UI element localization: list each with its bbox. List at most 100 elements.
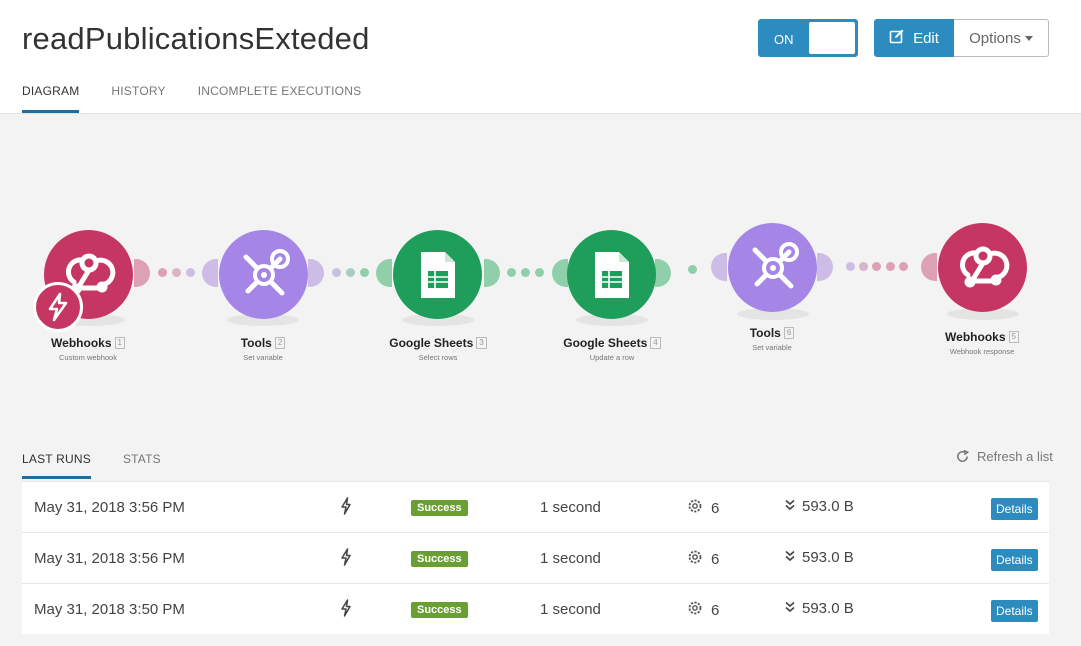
run-duration: 1 second: [540, 499, 601, 516]
runs-table: May 31, 2018 3:56 PM Success 1 second 6 …: [22, 481, 1049, 634]
connector-dot: [346, 268, 355, 277]
module-name: Tools: [749, 326, 781, 340]
module-tools-2[interactable]: [219, 230, 308, 319]
connector-dot: [872, 262, 881, 271]
connector-dot: [521, 268, 530, 277]
connector-dot: [688, 265, 697, 274]
caret-down-icon: [1024, 36, 1033, 41]
instant-trigger-badge: [33, 282, 83, 332]
module-number: 1: [114, 337, 125, 349]
gear-icon: [687, 549, 703, 569]
refresh-icon: [957, 449, 970, 462]
connector-dot: [172, 268, 181, 277]
module-number: 3: [476, 337, 487, 349]
toggle-label: ON: [774, 32, 794, 47]
module-label-4: Google Sheets 4 Update a row: [542, 336, 682, 362]
module-subtitle: Set variable: [243, 353, 283, 362]
connector-dot: [186, 268, 195, 277]
transfer-icon: [784, 498, 796, 515]
sheets-icon: [420, 251, 455, 298]
edit-button[interactable]: Edit: [874, 19, 954, 57]
trigger-icon: [340, 599, 352, 621]
edit-label: Edit: [913, 29, 939, 47]
sheets-icon: [594, 251, 629, 298]
tab-incomplete-executions[interactable]: INCOMPLETE EXECUTIONS: [198, 84, 362, 113]
connector-dot: [158, 268, 167, 277]
module-webhooks-5[interactable]: [938, 223, 1027, 312]
data-size: 593.0 B: [802, 498, 854, 515]
run-date: May 31, 2018 3:56 PM: [34, 550, 185, 567]
options-dropdown[interactable]: Options: [954, 19, 1049, 57]
run-date: May 31, 2018 3:50 PM: [34, 601, 185, 618]
run-date: May 31, 2018 3:56 PM: [34, 499, 185, 516]
module-number: 2: [274, 337, 286, 349]
data-size: 593.0 B: [802, 549, 854, 566]
operations-count: 6: [711, 550, 720, 568]
refresh-label: Refresh a list: [977, 449, 1053, 464]
options-label: Options: [969, 29, 1021, 47]
module-label-6: Tools 6 Set variable: [702, 326, 842, 352]
connector-dot: [332, 268, 341, 277]
scenario-on-toggle[interactable]: ON: [758, 19, 858, 57]
run-duration: 1 second: [540, 550, 601, 567]
runs-tabs: LAST RUNS STATS: [22, 452, 161, 479]
module-google-sheets-3[interactable]: [393, 230, 482, 319]
toggle-knob: [809, 22, 855, 54]
trigger-icon: [340, 497, 352, 519]
tab-diagram[interactable]: DIAGRAM: [22, 84, 80, 113]
module-label-1: Webhooks 1 Custom webhook: [18, 336, 158, 362]
connector-dot: [846, 262, 855, 271]
run-duration: 1 second: [540, 601, 601, 618]
module-label-3: Google Sheets 3 Select rows: [368, 336, 508, 362]
module-number: 5: [1008, 331, 1019, 343]
connector-dot: [886, 262, 895, 271]
transfer-icon: [784, 549, 796, 566]
module-name: Tools: [240, 336, 272, 350]
module-subtitle: Webhook response: [949, 347, 1015, 356]
tools-icon: [243, 248, 290, 295]
status-badge: Success: [411, 551, 468, 567]
module-subtitle: Update a row: [589, 353, 635, 362]
connector-dot: [360, 268, 369, 277]
refresh-list-button[interactable]: Refresh a list: [955, 449, 1053, 464]
status-badge: Success: [411, 602, 468, 618]
status-badge: Success: [411, 500, 468, 516]
table-row[interactable]: May 31, 2018 3:56 PM Success 1 second 6 …: [22, 532, 1049, 583]
gear-icon: [687, 498, 703, 518]
module-tools-6[interactable]: [728, 223, 817, 312]
tab-history[interactable]: HISTORY: [111, 84, 165, 113]
data-size: 593.0 B: [802, 600, 854, 617]
module-subtitle: Set variable: [752, 343, 792, 352]
edit-icon: [889, 28, 905, 48]
table-row[interactable]: May 31, 2018 3:56 PM Success 1 second 6 …: [22, 481, 1049, 532]
details-button[interactable]: Details: [991, 498, 1038, 520]
module-label-2: Tools 2 Set variable: [193, 336, 333, 362]
transfer-icon: [784, 600, 796, 617]
details-button[interactable]: Details: [991, 600, 1038, 622]
module-number: 6: [783, 327, 795, 339]
module-subtitle: Custom webhook: [59, 353, 117, 362]
tools-icon: [752, 241, 799, 288]
webhook-icon: [959, 246, 1009, 287]
connector-dot: [507, 268, 516, 277]
lightning-icon: [48, 292, 68, 322]
module-google-sheets-4[interactable]: [567, 230, 656, 319]
module-label-5: Webhooks 5 Webhook response: [912, 330, 1052, 356]
operations-count: 6: [711, 601, 720, 619]
operations-count: 6: [711, 499, 720, 517]
tab-stats[interactable]: STATS: [123, 452, 161, 479]
scenario-title: readPublicationsExteded: [22, 21, 370, 56]
module-number: 4: [650, 337, 661, 349]
module-name: Webhooks: [945, 330, 1006, 344]
gear-icon: [687, 600, 703, 620]
module-name: Google Sheets: [563, 336, 648, 350]
scenario-tabs: DIAGRAM HISTORY INCOMPLETE EXECUTIONS: [22, 84, 361, 113]
module-name: Google Sheets: [389, 336, 474, 350]
module-subtitle: Select rows: [418, 353, 458, 362]
connector-dot: [535, 268, 544, 277]
table-row[interactable]: May 31, 2018 3:50 PM Success 1 second 6 …: [22, 583, 1049, 634]
connector-dot: [859, 262, 868, 271]
details-button[interactable]: Details: [991, 549, 1038, 571]
tab-last-runs[interactable]: LAST RUNS: [22, 452, 91, 479]
module-name: Webhooks: [51, 336, 112, 350]
